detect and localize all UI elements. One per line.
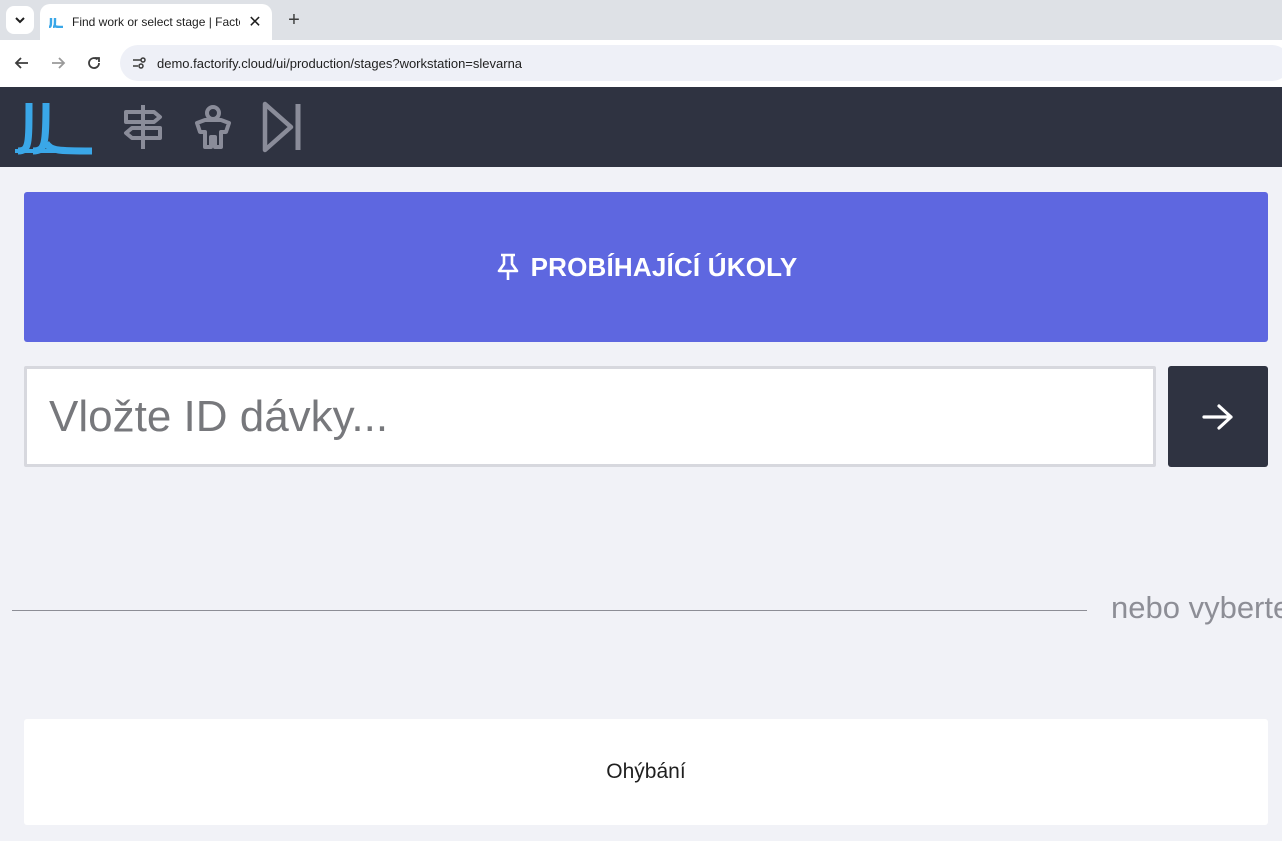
arrow-left-icon <box>14 57 28 69</box>
running-tasks-label: PROBÍHAJÍCÍ ÚKOLY <box>530 251 798 282</box>
stage-card[interactable]: Ohýbání <box>24 719 1268 825</box>
or-select-text: nebo vyberte <box>1111 590 1282 625</box>
tab-title: Find work or select stage | Factorify <box>72 15 240 29</box>
pin-icon <box>497 253 518 280</box>
worker-icon[interactable] <box>189 101 237 153</box>
forward-button[interactable] <box>45 50 71 76</box>
divider <box>12 610 1087 611</box>
stage-label: Ohýbání <box>606 760 686 783</box>
factorify-logo[interactable] <box>15 99 93 155</box>
signpost-icon[interactable] <box>119 101 167 153</box>
arrow-right-icon <box>52 57 66 69</box>
browser-tab[interactable]: Find work or select stage | Factorify ✕ <box>40 4 272 40</box>
browser-toolbar: demo.factorify.cloud/ui/production/stage… <box>0 40 1282 87</box>
tab-close-icon[interactable]: ✕ <box>246 13 264 31</box>
new-tab-button[interactable]: + <box>282 8 306 32</box>
batch-id-input[interactable] <box>24 366 1156 467</box>
submit-batch-button[interactable] <box>1168 366 1268 467</box>
chevron-down-icon <box>15 17 25 24</box>
address-bar[interactable]: demo.factorify.cloud/ui/production/stage… <box>120 45 1282 81</box>
app-header <box>0 87 1282 167</box>
url-text: demo.factorify.cloud/ui/production/stage… <box>157 55 523 71</box>
factorify-favicon-icon <box>48 17 64 28</box>
browser-tab-bar: Find work or select stage | Factorify ✕ … <box>0 0 1282 40</box>
tab-search-button[interactable] <box>6 6 34 34</box>
reload-button[interactable] <box>81 50 107 76</box>
back-button[interactable] <box>9 50 35 76</box>
running-tasks-button[interactable]: PROBÍHAJÍCÍ ÚKOLY <box>24 192 1268 342</box>
arrow-right-icon <box>1202 403 1233 430</box>
skip-forward-icon[interactable] <box>257 101 305 153</box>
site-info-icon[interactable] <box>128 52 150 74</box>
reload-icon <box>88 57 100 69</box>
